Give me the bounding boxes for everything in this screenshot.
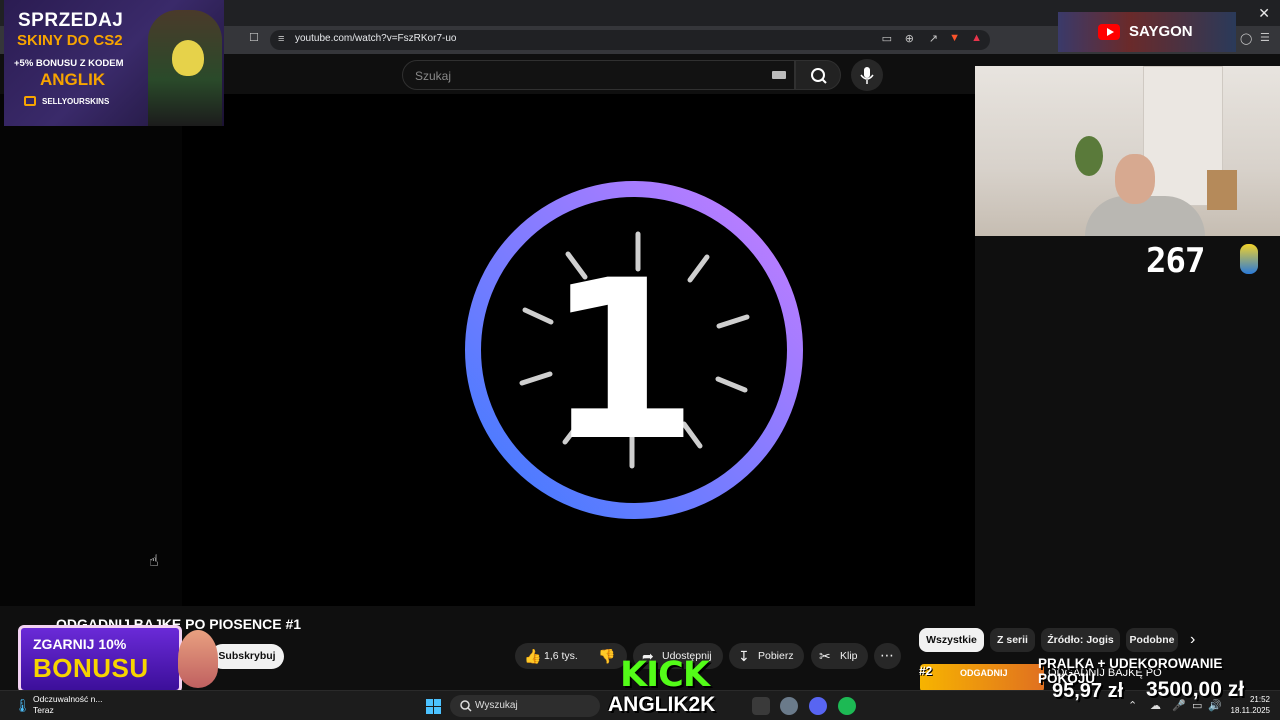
webcam-streamer-head: [1115, 154, 1155, 204]
clip-button[interactable]: ✂ Klip: [811, 643, 868, 669]
promo-line-1: SPRZEDAJ: [18, 10, 124, 31]
bonus-line-2: BONUSU: [33, 653, 149, 683]
settings-gear-icon[interactable]: [780, 697, 798, 715]
channel-badge: SAYGON: [1058, 12, 1236, 52]
recommended-rank: #2: [919, 664, 933, 678]
taskbar-search-icon: [460, 700, 472, 712]
more-icon: ⋯: [880, 647, 894, 663]
chevron-right-icon[interactable]: ›: [1190, 631, 1195, 649]
parrot-icon: [1240, 244, 1258, 274]
subscribe-button[interactable]: Subskrybuj: [210, 644, 284, 669]
spotify-icon[interactable]: [838, 697, 856, 715]
discord-icon[interactable]: [809, 697, 827, 715]
chip-series[interactable]: Z serii: [990, 628, 1035, 652]
kick-logo: KICK: [620, 655, 710, 695]
mouse-cursor-icon: ☝: [149, 553, 159, 570]
bonus-character-image: [178, 630, 218, 688]
taskbar-search-label: Wyszukaj: [475, 700, 518, 711]
vpn-shield-icon[interactable]: ◯: [1240, 34, 1252, 45]
webcam-feed: [975, 66, 1280, 236]
tray-chevron-up-icon[interactable]: ⌃: [1128, 699, 1137, 712]
promo-banner-skins: SPRZEDAJ SKINY DO CS2 +5% BONUSU Z KODEM…: [4, 0, 224, 126]
video-shade: [0, 94, 182, 606]
viewer-count: 267: [1146, 241, 1205, 281]
address-bar[interactable]: ≡ youtube.com/watch?v=FszRKor7-uo ▭ ⊕ ↗ …: [270, 30, 990, 50]
like-count[interactable]: 1,6 tys.: [544, 643, 578, 669]
more-actions-button[interactable]: ⋯: [874, 643, 901, 669]
cast-icon[interactable]: ▭: [882, 34, 892, 45]
download-label: Pobierz: [758, 650, 794, 662]
search-input[interactable]: Szukaj: [402, 60, 795, 90]
search-placeholder: Szukaj: [415, 69, 452, 83]
microphone-icon: [860, 67, 874, 84]
search-icon: [811, 68, 827, 84]
webcam-box: [1207, 170, 1237, 210]
goal-current-amount: 95,97 zł: [1052, 680, 1124, 702]
scissors-icon: ✂: [819, 648, 831, 664]
brave-shield-icon[interactable]: ▼: [949, 33, 960, 44]
share-icon[interactable]: ↗: [929, 34, 938, 45]
sellyourskins-logo-icon: [24, 96, 36, 106]
windows-start-icon[interactable]: [426, 699, 441, 714]
bookmark-icon[interactable]: ☐: [249, 33, 259, 44]
clip-label: Klip: [840, 650, 858, 662]
goal-target-amount: 3500,00 zł: [1146, 678, 1245, 701]
download-button[interactable]: ↧ Pobierz: [729, 643, 804, 669]
screen: { "browser": { "url": "youtube.com/watch…: [0, 0, 1280, 720]
site-settings-icon[interactable]: ≡: [278, 34, 284, 45]
countdown-number: 1: [545, 233, 698, 489]
promo-mask-image: [172, 40, 204, 76]
bonus-banner: ZGARNIJ 10% BONUSU: [18, 625, 182, 693]
bonus-line-1: ZGARNIJ 10%: [33, 636, 127, 652]
channel-name: SAYGON: [1129, 23, 1193, 40]
keyboard-icon[interactable]: [772, 71, 786, 79]
play-icon: [1107, 28, 1114, 36]
promo-line-4: ANGLIK: [40, 70, 106, 89]
search-button[interactable]: [795, 60, 841, 90]
dislike-icon[interactable]: 👎: [598, 643, 615, 669]
chip-source[interactable]: Źródło: Jogis: [1041, 628, 1120, 652]
webcam-streamer-body: [1085, 196, 1205, 236]
recommended-thumbnail[interactable]: ODGADNIJ: [920, 664, 1044, 692]
zoom-icon[interactable]: ⊕: [905, 34, 914, 45]
webcam-plant: [1075, 136, 1103, 176]
download-icon: ↧: [738, 648, 750, 664]
app-icon[interactable]: [752, 697, 770, 715]
weather-line-1: Odczuwalność n...: [33, 694, 103, 704]
promo-line-2: SKINY DO CS2: [17, 32, 123, 49]
chip-related[interactable]: Podobne: [1126, 628, 1178, 652]
promo-brand: SELLYOURSKINS: [42, 97, 110, 106]
menu-icon[interactable]: ☰: [1260, 33, 1270, 44]
like-icon[interactable]: 👍: [524, 643, 541, 669]
promo-line-3: +5% BONUSU Z KODEM: [14, 58, 124, 69]
weather-line-2: Teraz: [33, 705, 54, 715]
url-text: youtube.com/watch?v=FszRKor7-uo: [295, 33, 457, 44]
voice-search-button[interactable]: [851, 59, 883, 91]
chip-all[interactable]: Wszystkie: [919, 628, 984, 652]
close-window-icon[interactable]: ✕: [1258, 5, 1270, 22]
like-dislike-group: 👍 1,6 tys. 👎: [515, 643, 627, 669]
brave-rewards-icon[interactable]: ▲: [971, 33, 982, 44]
taskbar-search[interactable]: Wyszukaj: [450, 695, 600, 717]
clock-date: 18.11.2025: [1230, 706, 1270, 715]
thermometer-icon: 🌡: [14, 698, 31, 713]
weather-widget[interactable]: Odczuwalność n... Teraz: [33, 694, 102, 716]
thumbnail-text: ODGADNIJ: [960, 668, 1008, 678]
kick-username: ANGLIK2K: [608, 693, 716, 716]
